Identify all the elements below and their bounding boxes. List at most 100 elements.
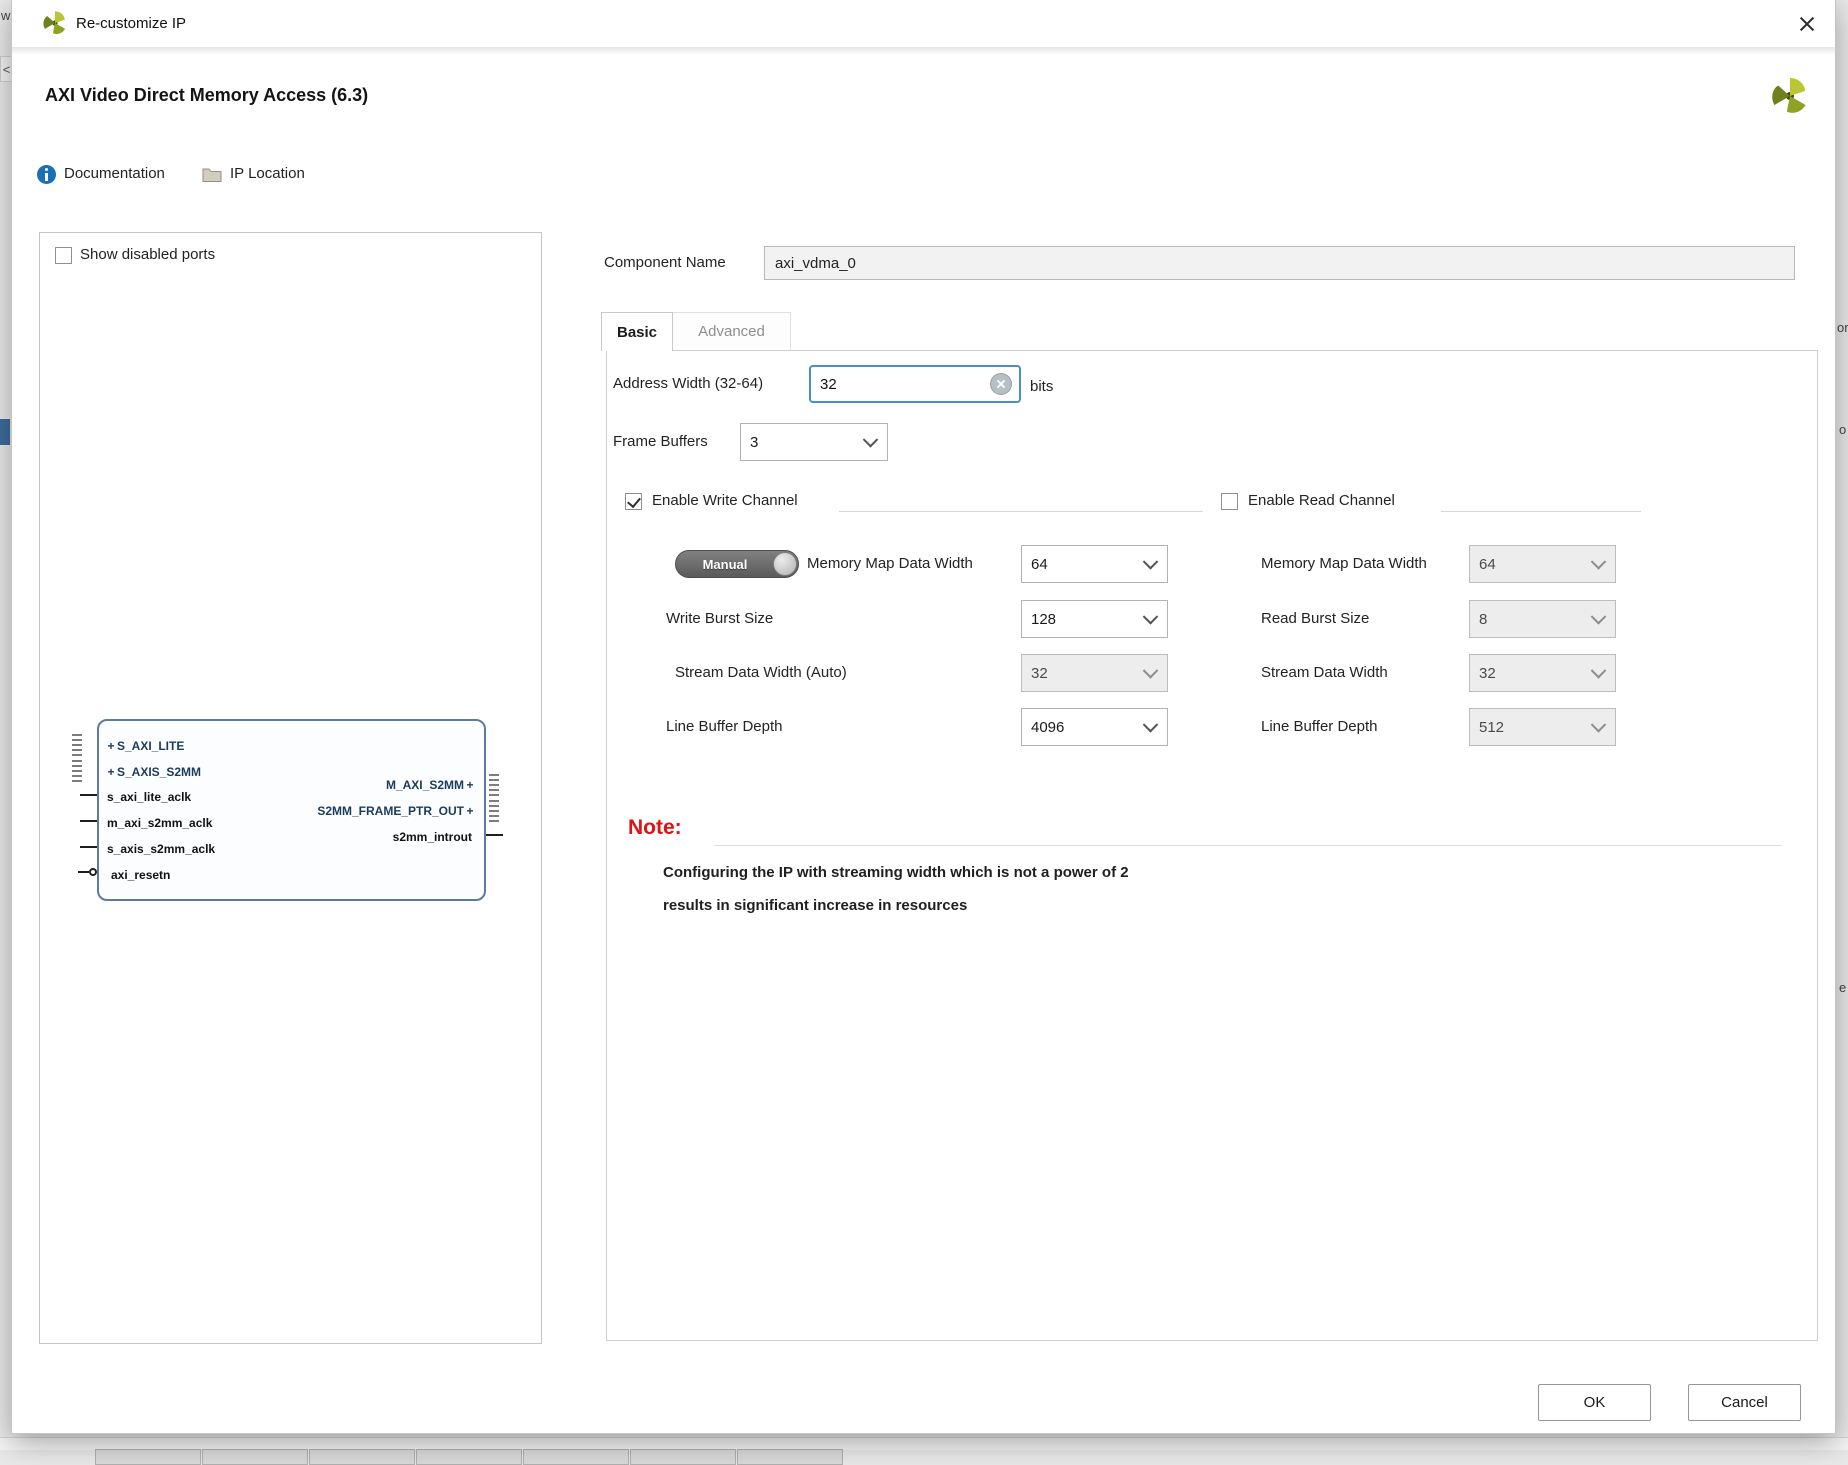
screen: w < or o e Re-customize IP AXI Video Dir… xyxy=(0,0,1848,1465)
write-mm-data-width-select[interactable]: 64 xyxy=(1021,545,1168,583)
background-text-fragment: e xyxy=(1839,980,1847,995)
chevron-down-icon xyxy=(1590,663,1607,679)
port-m-axi-s2mm-aclk[interactable]: m_axi_s2mm_aclk xyxy=(107,814,212,832)
background-table-fragment xyxy=(95,1449,844,1465)
ip-title: AXI Video Direct Memory Access (6.3) xyxy=(45,85,369,105)
combo-value: 8 xyxy=(1479,610,1488,628)
read-stream-data-width-select: 32 xyxy=(1469,654,1616,692)
port-label: s_axis_s2mm_aclk xyxy=(107,842,216,856)
combo-value: 3 xyxy=(750,433,759,451)
chevron-down-icon xyxy=(1590,717,1607,733)
port-m-axi-s2mm[interactable]: M_AXI_S2MM xyxy=(386,776,476,794)
bus-stub-icon xyxy=(489,774,499,796)
combo-value: 32 xyxy=(1031,664,1048,682)
bus-stub-icon xyxy=(72,760,82,782)
enable-read-channel-checkbox[interactable] xyxy=(1221,493,1238,510)
port-s-axi-lite-aclk[interactable]: s_axi_lite_aclk xyxy=(107,788,191,806)
clear-input-icon[interactable] xyxy=(990,373,1012,395)
component-name-label: Component Name xyxy=(604,254,726,271)
expand-plus-icon[interactable] xyxy=(105,737,117,755)
bits-suffix: bits xyxy=(1030,378,1054,395)
read-stream-data-width-label: Stream Data Width xyxy=(1261,664,1388,681)
background-text-fragment: w xyxy=(1,8,11,23)
port-axi-resetn[interactable]: axi_resetn xyxy=(111,866,170,884)
write-line-buffer-depth-label: Line Buffer Depth xyxy=(666,718,783,735)
cancel-button[interactable]: Cancel xyxy=(1688,1384,1801,1421)
reset-bubble-icon xyxy=(89,868,97,876)
close-icon xyxy=(1798,15,1816,33)
port-s-axi-lite[interactable]: S_AXI_LITE xyxy=(105,737,184,755)
ip-block-symbol[interactable]: S_AXI_LITE S_AXIS_S2MM s_axi_lite_aclk m… xyxy=(97,719,486,901)
ip-location-link[interactable]: IP Location xyxy=(230,163,305,185)
show-disabled-ports-checkbox[interactable] xyxy=(55,247,72,264)
component-name-input[interactable] xyxy=(764,246,1795,280)
bus-stub-icon xyxy=(72,734,82,756)
chevron-down-icon xyxy=(1142,663,1159,679)
clock-stub xyxy=(80,794,97,796)
note-text-line: Configuring the IP with streaming width … xyxy=(663,864,1129,881)
combo-value: 64 xyxy=(1479,555,1496,573)
note-title: Note: xyxy=(628,816,682,839)
divider xyxy=(839,511,1203,512)
toggle-label: Manual xyxy=(702,556,748,572)
port-label: S_AXIS_S2MM xyxy=(117,765,202,779)
combo-value: 4096 xyxy=(1031,718,1065,736)
read-line-buffer-depth-label: Line Buffer Depth xyxy=(1261,718,1378,735)
clock-stub xyxy=(80,846,97,848)
combo-value: 32 xyxy=(1479,664,1496,682)
tab-advanced[interactable]: Advanced xyxy=(673,312,791,350)
show-disabled-ports-label: Show disabled ports xyxy=(80,246,216,263)
port-s2mm-introut[interactable]: s2mm_introut xyxy=(393,828,472,846)
tab-basic[interactable]: Basic xyxy=(601,312,673,351)
combo-value: 64 xyxy=(1031,555,1048,573)
port-s-axis-s2mm[interactable]: S_AXIS_S2MM xyxy=(105,763,201,781)
chevron-down-icon xyxy=(1590,609,1607,625)
manual-auto-toggle[interactable]: Manual xyxy=(675,550,799,578)
note-text-line: results in significant increase in resou… xyxy=(663,897,968,914)
expand-plus-icon[interactable] xyxy=(105,763,117,781)
frame-buffers-select[interactable]: 3 xyxy=(740,423,888,461)
enable-write-channel-label: Enable Write Channel xyxy=(652,492,798,509)
xilinx-logo xyxy=(1772,78,1806,113)
write-burst-size-select[interactable]: 128 xyxy=(1021,600,1168,638)
port-label: axi_resetn xyxy=(111,868,171,882)
ok-button[interactable]: OK xyxy=(1538,1384,1651,1421)
note-divider xyxy=(714,845,1782,846)
documentation-link[interactable]: Documentation xyxy=(64,163,165,185)
write-stream-data-width-label: Stream Data Width (Auto) xyxy=(675,664,847,681)
toggle-knob[interactable] xyxy=(773,552,797,576)
signal-stub xyxy=(486,834,503,836)
port-s2mm-frame-ptr-out[interactable]: S2MM_FRAME_PTR_OUT xyxy=(317,802,476,820)
tab-label: Advanced xyxy=(698,323,765,340)
enable-read-channel-label: Enable Read Channel xyxy=(1248,492,1395,509)
dialog-title: Re-customize IP xyxy=(76,15,187,32)
titlebar-shadow xyxy=(12,47,1835,55)
expand-plus-icon[interactable] xyxy=(464,776,476,794)
port-label: S2MM_FRAME_PTR_OUT xyxy=(317,804,464,818)
tab-label: Basic xyxy=(616,323,658,341)
chevron-down-icon xyxy=(1142,609,1159,625)
vivado-logo-icon xyxy=(43,11,66,34)
port-s-axis-s2mm-aclk[interactable]: s_axis_s2mm_aclk xyxy=(107,840,215,858)
read-mm-data-width-select: 64 xyxy=(1469,545,1616,583)
chevron-down-icon xyxy=(1142,554,1159,570)
write-line-buffer-depth-select[interactable]: 4096 xyxy=(1021,708,1168,746)
recustomize-ip-dialog: Re-customize IP AXI Video Direct Memory … xyxy=(12,0,1835,1433)
address-width-label: Address Width (32-64) xyxy=(613,375,764,392)
close-button[interactable] xyxy=(1789,6,1825,42)
info-icon xyxy=(37,165,56,184)
port-label: m_axi_s2mm_aclk xyxy=(107,816,213,830)
clock-stub xyxy=(80,820,97,822)
enable-write-channel-checkbox[interactable] xyxy=(625,493,642,510)
background-text-fragment: or xyxy=(1837,320,1848,335)
expand-plus-icon[interactable] xyxy=(464,802,476,820)
write-burst-size-label: Write Burst Size xyxy=(666,610,774,627)
read-line-buffer-depth-select: 512 xyxy=(1469,708,1616,746)
bus-stub-icon xyxy=(489,800,499,822)
write-mm-data-width-label: Memory Map Data Width xyxy=(807,555,973,572)
divider xyxy=(1441,511,1641,512)
chevron-down-icon xyxy=(862,432,879,448)
background-selection-fragment xyxy=(0,419,10,445)
read-burst-size-label: Read Burst Size xyxy=(1261,610,1370,627)
dialog-titlebar[interactable]: Re-customize IP xyxy=(12,0,1835,47)
